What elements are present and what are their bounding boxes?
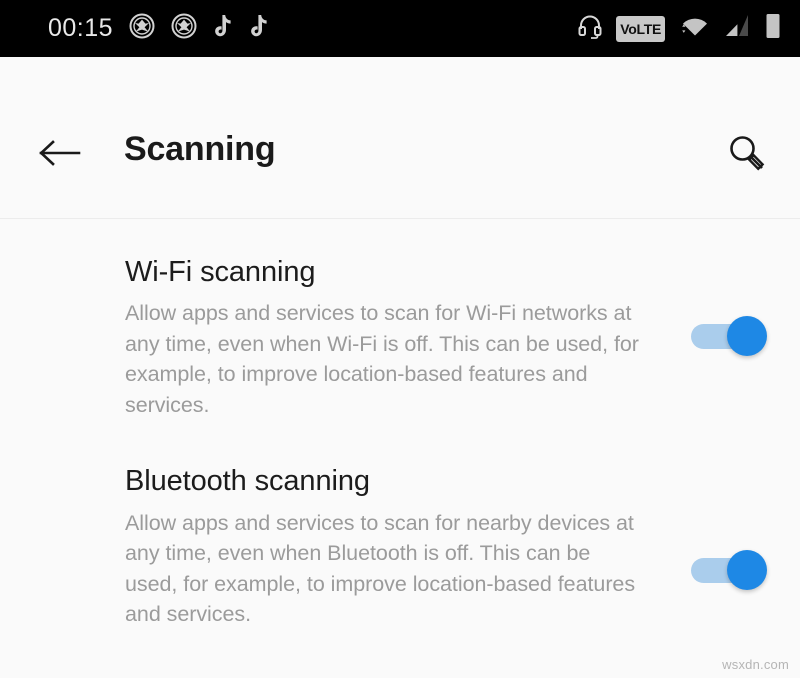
setting-row-bluetooth-scanning[interactable]: Bluetooth scanning Allow apps and servic… bbox=[0, 420, 800, 629]
wifi-icon bbox=[678, 13, 712, 44]
status-bar-clock: 00:15 bbox=[48, 14, 114, 42]
app-bar: Scanning bbox=[0, 57, 800, 219]
bluetooth-scanning-toggle[interactable] bbox=[674, 542, 784, 598]
setting-summary: Allow apps and services to scan for Wi-F… bbox=[125, 301, 639, 417]
status-bar: 00:15 VoLTE bbox=[0, 0, 800, 57]
setting-title: Bluetooth scanning bbox=[125, 465, 370, 498]
volte-badge: VoLTE bbox=[616, 15, 665, 42]
headset-icon bbox=[577, 13, 603, 44]
phone-screen: 00:15 VoLTE Scanning Wi-Fi scanning Allo… bbox=[0, 0, 800, 678]
setting-summary: Allow apps and services to scan for near… bbox=[125, 510, 636, 627]
setting-text-block: Bluetooth scanning Allow apps and servic… bbox=[125, 465, 645, 629]
status-bar-left: 00:15 bbox=[48, 13, 269, 44]
switch-thumb bbox=[727, 550, 767, 590]
watermark: wsxdn.com bbox=[722, 657, 789, 672]
search-button[interactable] bbox=[720, 129, 772, 181]
search-icon bbox=[722, 129, 770, 182]
shield-emblem-icon bbox=[129, 13, 155, 44]
setting-text-block: Wi-Fi scanning Allow apps and services t… bbox=[125, 256, 645, 420]
status-bar-right: VoLTE bbox=[577, 12, 782, 45]
cellular-signal-icon bbox=[725, 14, 751, 43]
switch-track-thumb bbox=[691, 550, 767, 590]
back-button[interactable] bbox=[36, 131, 84, 175]
shield-emblem-icon bbox=[171, 13, 197, 44]
tiktok-note-icon bbox=[249, 14, 269, 43]
switch-track-thumb bbox=[691, 316, 767, 356]
setting-title: Wi-Fi scanning bbox=[125, 256, 316, 288]
page-title: Scanning bbox=[124, 130, 276, 168]
battery-icon bbox=[764, 12, 782, 45]
switch-thumb bbox=[727, 316, 767, 356]
tiktok-note-icon bbox=[213, 14, 233, 43]
wifi-scanning-toggle[interactable] bbox=[674, 308, 784, 364]
